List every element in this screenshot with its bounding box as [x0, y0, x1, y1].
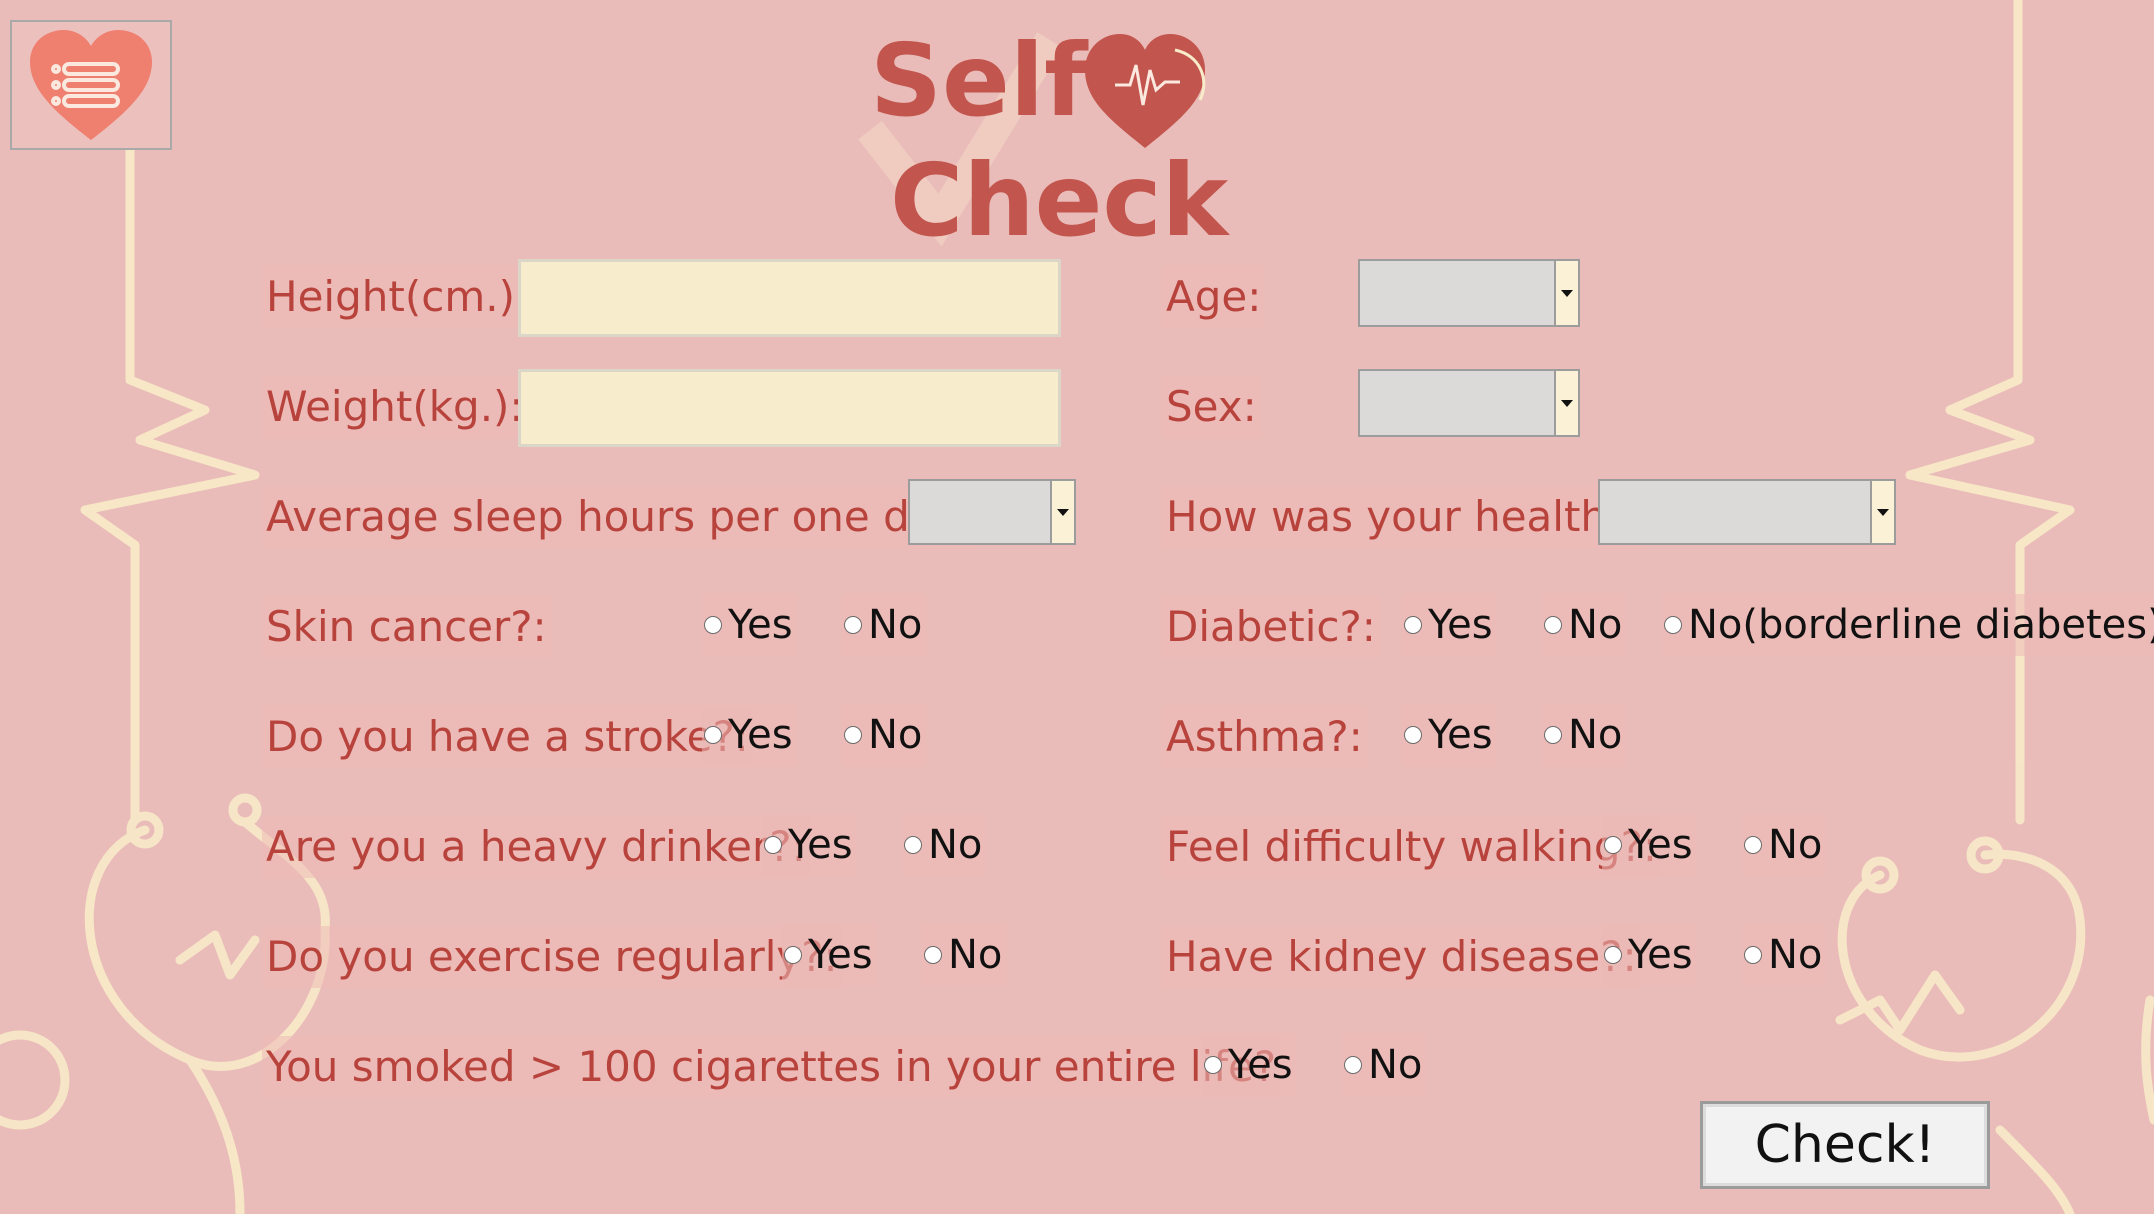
- option-label: No: [1768, 932, 1823, 978]
- radio-dot[interactable]: [844, 616, 862, 634]
- health-select[interactable]: [1598, 479, 1896, 545]
- sex-select[interactable]: [1358, 369, 1580, 437]
- check-button[interactable]: Check!: [1700, 1101, 1990, 1189]
- weight-label: Weight(kg.):: [262, 376, 528, 438]
- smoked-label: You smoked > 100 cigarettes in your enti…: [262, 1036, 1281, 1098]
- diabetic-no-radio[interactable]: No: [1542, 594, 1627, 656]
- exercise-yes-radio[interactable]: Yes: [782, 924, 877, 986]
- option-label: No: [1568, 602, 1623, 648]
- asthma-label: Asthma?:: [1162, 706, 1367, 768]
- drinker-no-radio[interactable]: No: [902, 814, 987, 876]
- diabetic-label: Diabetic?:: [1162, 596, 1380, 658]
- radio-dot[interactable]: [1404, 616, 1422, 634]
- radio-dot[interactable]: [1744, 836, 1762, 854]
- sex-label: Sex:: [1162, 376, 1261, 438]
- asthma-yes-radio[interactable]: Yes: [1402, 704, 1497, 766]
- chevron-down-icon[interactable]: [1554, 261, 1578, 325]
- option-label: Yes: [728, 712, 793, 758]
- kidney-no-radio[interactable]: No: [1742, 924, 1827, 986]
- stroke-yes-radio[interactable]: Yes: [702, 704, 797, 766]
- drinker-yes-radio[interactable]: Yes: [762, 814, 857, 876]
- option-label: Yes: [1428, 602, 1493, 648]
- kidney-yes-radio[interactable]: Yes: [1602, 924, 1697, 986]
- radio-dot[interactable]: [704, 616, 722, 634]
- logo-line1: Self: [870, 22, 1089, 139]
- radio-dot[interactable]: [1344, 1056, 1362, 1074]
- health-label: How was your health?:: [1162, 486, 1648, 548]
- radio-dot[interactable]: [1604, 836, 1622, 854]
- menu-button[interactable]: [10, 20, 172, 150]
- option-label: No: [868, 602, 923, 648]
- app-logo: Self Check: [870, 22, 1231, 259]
- chevron-down-icon[interactable]: [1050, 481, 1074, 543]
- walking-yes-radio[interactable]: Yes: [1602, 814, 1697, 876]
- radio-dot[interactable]: [1404, 726, 1422, 744]
- radio-dot[interactable]: [1544, 726, 1562, 744]
- diabetic-borderline-radio[interactable]: No(borderline diabetes): [1662, 594, 2154, 656]
- option-label: Yes: [788, 822, 853, 868]
- diabetic-yes-radio[interactable]: Yes: [1402, 594, 1497, 656]
- walking-no-radio[interactable]: No: [1742, 814, 1827, 876]
- stroke-label: Do you have a stroke?:: [262, 706, 753, 768]
- smoked-yes-radio[interactable]: Yes: [1202, 1034, 1297, 1096]
- radio-dot[interactable]: [1744, 946, 1762, 964]
- stroke-no-radio[interactable]: No: [842, 704, 927, 766]
- exercise-no-radio[interactable]: No: [922, 924, 1007, 986]
- option-label: Yes: [1628, 932, 1693, 978]
- heart-pulse-icon: [1085, 34, 1206, 148]
- option-label: No: [1768, 822, 1823, 868]
- option-label: No: [1368, 1042, 1423, 1088]
- sleep-hours-select[interactable]: [908, 479, 1076, 545]
- age-select[interactable]: [1358, 259, 1580, 327]
- option-label: Yes: [1428, 712, 1493, 758]
- option-label: No(borderline diabetes): [1688, 602, 2154, 648]
- skin-cancer-no-radio[interactable]: No: [842, 594, 927, 656]
- heart-list-icon: [30, 29, 152, 140]
- radio-dot[interactable]: [1544, 616, 1562, 634]
- option-label: No: [1568, 712, 1623, 758]
- kidney-label: Have kidney disease?:: [1162, 926, 1641, 988]
- logo-line2: Check: [890, 142, 1231, 259]
- option-label: No: [868, 712, 923, 758]
- option-label: Yes: [728, 602, 793, 648]
- age-label: Age:: [1162, 266, 1266, 328]
- radio-dot[interactable]: [924, 946, 942, 964]
- weight-input[interactable]: [518, 369, 1061, 447]
- option-label: Yes: [1228, 1042, 1293, 1088]
- smoked-no-radio[interactable]: No: [1342, 1034, 1427, 1096]
- radio-dot[interactable]: [1664, 616, 1682, 634]
- radio-dot[interactable]: [1204, 1056, 1222, 1074]
- chevron-down-icon[interactable]: [1554, 371, 1578, 435]
- walking-label: Feel difficulty walking?:: [1162, 816, 1662, 878]
- radio-dot[interactable]: [784, 946, 802, 964]
- radio-dot[interactable]: [764, 836, 782, 854]
- height-label: Height(cm.):: [262, 266, 534, 328]
- option-label: No: [948, 932, 1003, 978]
- option-label: Yes: [808, 932, 873, 978]
- skin-cancer-label: Skin cancer?:: [262, 596, 551, 658]
- exercise-label: Do you exercise regularly?:: [262, 926, 842, 988]
- chevron-down-icon[interactable]: [1870, 481, 1894, 543]
- skin-cancer-yes-radio[interactable]: Yes: [702, 594, 797, 656]
- asthma-no-radio[interactable]: No: [1542, 704, 1627, 766]
- option-label: Yes: [1628, 822, 1693, 868]
- sleep-label: Average sleep hours per one day:: [262, 486, 976, 548]
- drinker-label: Are you a heavy drinker?:: [262, 816, 810, 878]
- radio-dot[interactable]: [844, 726, 862, 744]
- radio-dot[interactable]: [1604, 946, 1622, 964]
- radio-dot[interactable]: [704, 726, 722, 744]
- height-input[interactable]: [518, 259, 1061, 337]
- option-label: No: [928, 822, 983, 868]
- radio-dot[interactable]: [904, 836, 922, 854]
